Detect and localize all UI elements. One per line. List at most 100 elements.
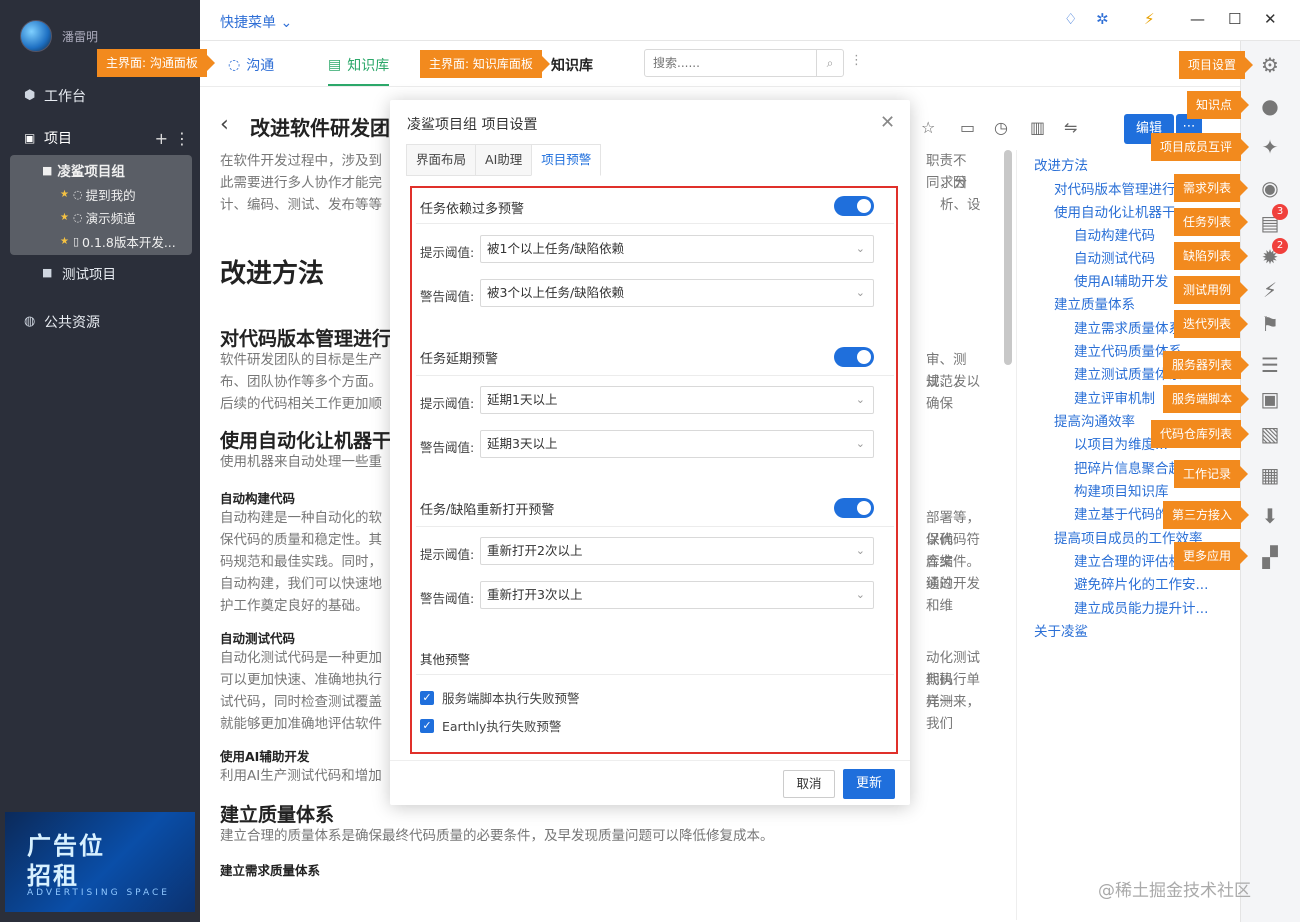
toc-item[interactable]: 对代码版本管理进行... [1054,178,1188,198]
modal-title: 凌鲨项目组 项目设置 [407,117,538,133]
toc-item[interactable]: 建立质量体系 [1054,293,1135,313]
project-group-item[interactable]: ■ 凌鲨项目组 [42,160,125,181]
nav-public-resources[interactable]: ◍ 公共资源 [24,312,100,332]
channel-version[interactable]: ★ ▯ 0.1.8版本开发... [60,232,176,251]
maximize-icon[interactable]: ☐ [1228,10,1241,28]
lightbulb-icon[interactable]: ● [1257,93,1283,119]
channel-demo[interactable]: ★ ◌ 演示频道 [60,208,136,227]
section-reopen-alert: 任务/缺陷重新打开预警 [420,503,555,518]
toggle-delay-alert[interactable] [834,347,874,367]
toc-item[interactable]: 提高沟通效率 [1054,410,1135,430]
nav-workspace[interactable]: ⬢ 工作台 [24,86,86,106]
toc-item[interactable]: 使用自动化让机器干... [1054,201,1188,221]
divider [416,223,894,224]
dependency-warn-value: 被3个以上任务/缺陷依赖 [487,285,625,300]
reopen-warn-select[interactable]: 重新打开3次以上 ⌄ [480,581,874,609]
annotation-server-scripts: 服务端脚本 [1163,385,1250,413]
toc-item[interactable]: 建立成员能力提升计... [1074,597,1208,617]
back-icon[interactable]: ‹ [220,112,229,137]
check-icon[interactable]: ✓ [420,690,434,705]
third-party-icon[interactable]: ⬇ [1257,503,1283,529]
gear-icon[interactable]: ⚙ [1257,52,1283,78]
toc-item[interactable]: 建立评审机制 [1074,387,1155,407]
reopen-hint-select[interactable]: 重新打开2次以上 ⌄ [480,537,874,565]
annotation-sprints: 迭代列表 [1174,310,1249,338]
channel-mentions-label: 提到我的 [85,188,136,203]
nav-workspace-label: 工作台 [44,89,86,105]
nav-test-project[interactable]: ■ 测试项目 [42,263,116,283]
delay-warn-select[interactable]: 延期3天以上 ⌄ [480,430,874,458]
tab-chat[interactable]: ◌ 沟通 [228,55,274,75]
check-icon[interactable]: ✓ [420,718,434,733]
member-review-icon[interactable]: ✦ [1257,134,1283,160]
location-icon[interactable]: ◉ [1257,175,1283,201]
add-project-icon[interactable]: + [155,129,174,148]
test-case-icon[interactable]: ⚡ [1257,277,1283,303]
star-icon[interactable]: ☆ [921,118,935,137]
history-icon[interactable]: ◷ [994,118,1008,137]
cancel-button[interactable]: 取消 [783,770,835,798]
tab-ai-assistant[interactable]: AI助理 [475,144,533,176]
divider [416,674,894,675]
toc-item[interactable]: 关于凌鲨 [1034,620,1088,640]
work-log-icon[interactable]: ▦ [1257,462,1283,488]
project-settings-modal: 凌鲨项目组 项目设置 ✕ 界面布局 AI助理 项目预警 任务依赖过多预警 提示阈… [390,100,910,805]
user-profile[interactable]: 潘雷明 [20,20,98,52]
projects-header[interactable]: ▣ 项目 +⋮ [24,128,196,148]
apps-icon[interactable]: ▞ [1257,544,1283,570]
tab-underline [328,84,390,86]
section-dependency-alert: 任务依赖过多预警 [420,202,525,217]
checkbox-server-script-alert[interactable]: ✓ 服务端脚本执行失败预警 [420,688,580,707]
quick-menu[interactable]: 快捷菜单 ⌄ [220,12,292,32]
toc-item[interactable]: 构建项目知识库 [1074,480,1169,500]
heading-ai: 使用AI辅助开发 [220,749,310,764]
doc-scrollbar[interactable] [1004,150,1012,365]
toc-item[interactable]: 自动构建代码 [1074,224,1155,244]
toc-item[interactable]: 避免碎片化的工作安... [1074,573,1208,593]
dependency-warn-select[interactable]: 被3个以上任务/缺陷依赖 ⌄ [480,279,874,307]
checkbox-earthly-alert[interactable]: ✓ Earthly执行失败预警 [420,716,561,735]
terminal-icon[interactable]: ▣ [1257,386,1283,412]
update-button[interactable]: 更新 [843,769,895,799]
search-icon[interactable]: ⌕ [816,50,843,76]
toggle-dependency-alert[interactable] [834,196,874,216]
comment-icon[interactable]: ▭ [960,118,975,137]
delay-hint-select[interactable]: 延期1天以上 ⌄ [480,386,874,414]
watermark: @稀土掘金技术社区 [1098,881,1251,901]
close-icon[interactable]: ✕ [880,112,895,133]
kb-title: 知识库 [551,55,593,75]
repo-icon[interactable]: ▧ [1257,421,1283,447]
ad-banner[interactable]: 广告位 招租 ADVERTISING SPACE [5,812,195,912]
folder-icon: ■ [42,266,53,279]
channel-mentions[interactable]: ★ ◌ 提到我的 [60,185,136,204]
more-icon[interactable]: ⋮ [850,53,863,68]
bulb-icon[interactable]: ♢ [1064,10,1077,28]
delete-icon[interactable]: ▥ [1030,118,1045,137]
avatar[interactable] [20,20,52,52]
toc-item[interactable]: 改进方法 [1034,154,1088,174]
minimize-icon[interactable]: — [1190,10,1205,28]
heading-req: 建立需求质量体系 [220,863,321,878]
toc-item[interactable]: 自动测试代码 [1074,247,1155,267]
server-icon[interactable]: ☰ [1257,352,1283,378]
tab-kb[interactable]: ▤ 知识库 [328,55,390,86]
bug-icon[interactable]: ✲ [1096,10,1109,28]
tab-layout[interactable]: 界面布局 [406,144,477,176]
dependency-hint-select[interactable]: 被1个以上任务/缺陷依赖 ⌄ [480,235,874,263]
star-icon: ★ [60,236,69,247]
build-l2: 保代码的质量和稳定性。其 [220,532,382,548]
tab-project-alerts[interactable]: 项目预警 [531,144,602,176]
toc-item[interactable]: 使用AI辅助开发 [1074,270,1168,290]
move-icon[interactable]: ⇋ [1064,118,1077,137]
more-icon[interactable]: ⋮ [174,129,196,148]
plug-icon[interactable]: ⚡ [1144,10,1155,28]
annotation-more-apps: 更多应用 [1174,542,1249,570]
toggle-reopen-alert[interactable] [834,498,874,518]
section-other-alerts: 其他预警 [420,652,471,667]
annotation-work-log: 工作记录 [1174,460,1249,488]
toc-item[interactable]: 建立需求质量体系 [1074,317,1182,337]
close-window-icon[interactable]: ✕ [1264,10,1277,28]
flag-icon[interactable]: ⚑ [1257,311,1283,337]
folder-icon: ■ [42,163,53,177]
search-input[interactable] [645,50,816,76]
